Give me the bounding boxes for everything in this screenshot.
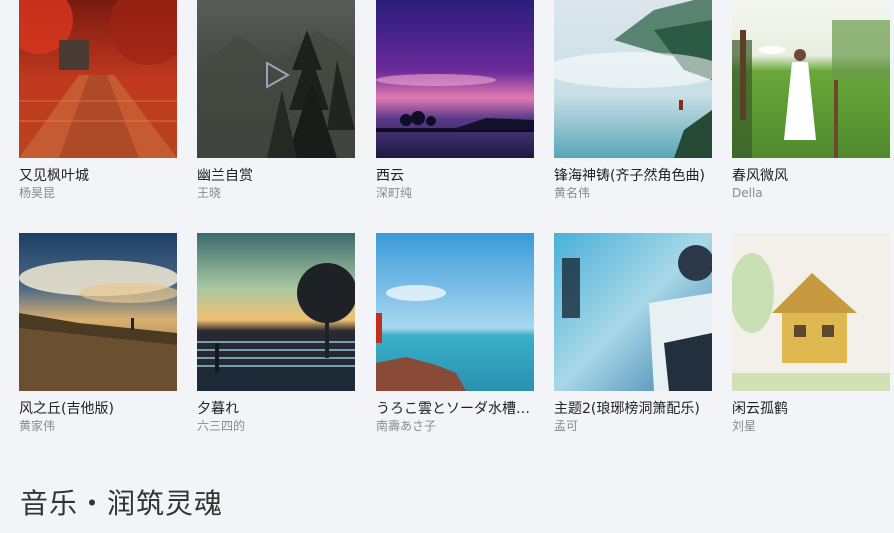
foggy-lake-boat-image	[554, 0, 712, 158]
music-page: 又见枫叶城 杨昊昆 幽兰自赏 王晓 西云 深町纯 锋海神铸(齐子然角色曲) 黄名…	[0, 0, 894, 533]
album-card[interactable]: 夕暮れ 六三四的	[197, 233, 355, 434]
album-cover[interactable]	[19, 233, 177, 391]
album-cover[interactable]	[376, 0, 534, 158]
album-artist[interactable]: 刘星	[732, 418, 890, 434]
album-title[interactable]: 西云	[376, 167, 534, 185]
album-grid: 又见枫叶城 杨昊昆 幽兰自赏 王晓 西云 深町纯 锋海神铸(齐子然角色曲) 黄名…	[19, 0, 894, 433]
album-artist[interactable]: 王晓	[197, 185, 355, 201]
album-card[interactable]: 锋海神铸(齐子然角色曲) 黄名伟	[554, 0, 712, 201]
album-card[interactable]: 春风微风 Della	[732, 0, 890, 201]
album-cover[interactable]	[197, 233, 355, 391]
album-artist[interactable]: 六三四的	[197, 418, 355, 434]
album-title[interactable]: 风之丘(吉他版)	[19, 400, 177, 418]
watercolor-house-image	[732, 233, 890, 391]
album-cover[interactable]	[376, 233, 534, 391]
langya-bang-character-image	[554, 233, 712, 391]
play-icon[interactable]	[261, 60, 291, 90]
album-title[interactable]: うろこ雲とソーダ水槽（少年期）	[376, 400, 534, 418]
album-cover[interactable]	[732, 0, 890, 158]
album-cover[interactable]	[554, 0, 712, 158]
blue-sea-rocks-image	[376, 233, 534, 391]
album-title[interactable]: 又见枫叶城	[19, 167, 177, 185]
album-title[interactable]: 锋海神铸(齐子然角色曲)	[554, 167, 712, 185]
autumn-maple-path-image	[19, 0, 177, 158]
section-title: 音乐・润筑灵魂	[20, 487, 224, 520]
album-title[interactable]: 春风微风	[732, 167, 890, 185]
album-card[interactable]: 幽兰自赏 王晓	[197, 0, 355, 201]
album-cover[interactable]	[19, 0, 177, 158]
album-card[interactable]: 又见枫叶城 杨昊昆	[19, 0, 177, 201]
album-card[interactable]: うろこ雲とソーダ水槽（少年期） 南壽あさ子	[376, 233, 534, 434]
album-title[interactable]: 夕暮れ	[197, 400, 355, 418]
album-cover[interactable]	[197, 0, 355, 158]
album-card[interactable]: 闲云孤鹤 刘星	[732, 233, 890, 434]
album-artist[interactable]: 黄家伟	[19, 418, 177, 434]
album-artist[interactable]: Della	[732, 185, 890, 201]
album-row: 风之丘(吉他版) 黄家伟 夕暮れ 六三四的 うろこ雲とソーダ水槽（ 南壽あさ子 …	[19, 233, 894, 433]
album-row: 又见枫叶城 杨昊昆 幽兰自赏 王晓 西云 深町纯 锋海神铸(齐子然角色曲) 黄名…	[19, 0, 894, 200]
album-artist[interactable]: 黄名伟	[554, 185, 712, 201]
album-title[interactable]: 主题2(琅琊榜洞箫配乐)	[554, 400, 712, 418]
album-card[interactable]: 风之丘(吉他版) 黄家伟	[19, 233, 177, 434]
album-title[interactable]: 闲云孤鹤	[732, 400, 890, 418]
album-artist[interactable]: 孟可	[554, 418, 712, 434]
album-cover[interactable]	[732, 233, 890, 391]
album-artist[interactable]: 深町纯	[376, 185, 534, 201]
purple-sunset-lake-image	[376, 0, 534, 158]
hill-sky-clouds-image	[19, 233, 177, 391]
album-card[interactable]: 西云 深町纯	[376, 0, 534, 201]
album-artist[interactable]: 南壽あさ子	[376, 418, 534, 434]
album-title[interactable]: 幽兰自赏	[197, 167, 355, 185]
album-card[interactable]: 主题2(琅琊榜洞箫配乐) 孟可	[554, 233, 712, 434]
album-cover[interactable]	[554, 233, 712, 391]
anime-sunset-rice-field-image	[197, 233, 355, 391]
album-artist[interactable]: 杨昊昆	[19, 185, 177, 201]
girl-in-field-image	[732, 0, 890, 158]
